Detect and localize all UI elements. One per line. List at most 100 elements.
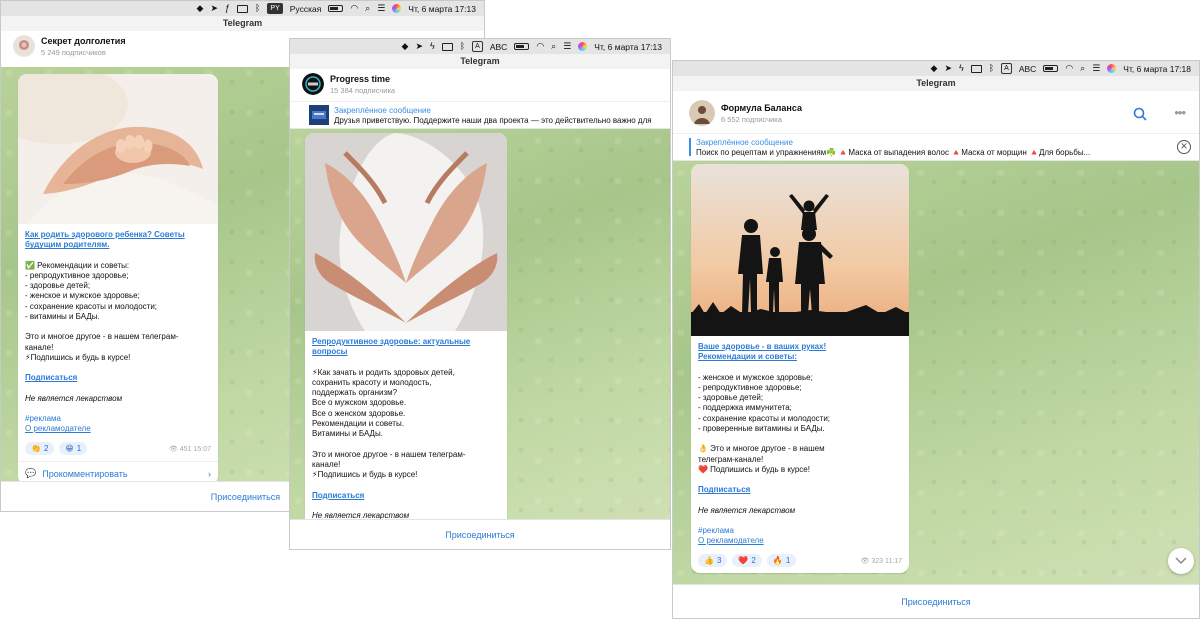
input-source-badge[interactable]: PY: [267, 3, 283, 14]
clock[interactable]: Чт, 6 марта 17:18: [1123, 64, 1191, 74]
input-language-label[interactable]: Русская: [290, 4, 322, 14]
battery-icon[interactable]: [328, 5, 344, 12]
reaction-count: 3: [716, 556, 722, 566]
pinned-message[interactable]: Закреплённое сообщение Поиск по рецептам…: [673, 133, 1199, 161]
dropbox-icon[interactable]: ◆: [931, 64, 938, 73]
hashtag-link[interactable]: #реклама: [25, 414, 211, 424]
post-image-heart-hands[interactable]: [305, 133, 507, 331]
chevron-right-icon: ›: [208, 468, 211, 479]
display-icon[interactable]: [441, 42, 453, 51]
chevron-down-icon: [1175, 557, 1187, 565]
clock[interactable]: Чт, 6 марта 17:13: [408, 4, 476, 14]
reactions-row: 👏 2 😁 1 👁 451 15:07: [18, 440, 218, 461]
channel-name: Секрет долголетия: [41, 35, 126, 46]
reaction-grin[interactable]: 😁 1: [59, 442, 88, 456]
telegram-tray-icon[interactable]: ➤: [415, 42, 423, 51]
chat-area[interactable]: Ваше здоровье - в ваших руках! Рекоменда…: [673, 161, 1199, 584]
reaction-fire[interactable]: 🔥 1: [766, 554, 797, 568]
post-text: Как родить здорового ребенка? Советы буд…: [18, 224, 218, 440]
scroll-down-button[interactable]: [1168, 548, 1194, 574]
channel-name: Progress time: [330, 73, 391, 84]
chat-header[interactable]: Progress time 15 384 подписчика: [290, 69, 670, 99]
wifi-icon[interactable]: ◠: [1065, 64, 1073, 73]
channel-subscribers: 15 384 подписчика: [330, 85, 396, 95]
advertiser-link[interactable]: О рекламодателе: [698, 536, 902, 546]
input-language-label[interactable]: ABC: [1019, 64, 1036, 74]
post-title-line[interactable]: Репродуктивное здоровье: актуальные: [312, 337, 500, 347]
channel-name: Формула Баланса: [721, 102, 802, 113]
reaction-thumbs-up[interactable]: 👍 3: [698, 554, 728, 568]
input-source-badge[interactable]: A: [472, 41, 483, 52]
wifi-icon[interactable]: ◠: [350, 4, 358, 13]
channel-avatar[interactable]: [13, 35, 35, 57]
post-line: Все о мужском здоровье.: [312, 398, 407, 408]
display-icon[interactable]: [237, 4, 248, 13]
channel-post[interactable]: Репродуктивное здоровье: актуальные вопр…: [305, 133, 507, 529]
menu-bar: ◆ ➤ ϟ ᛒ A ABC ◠ ⌕ ☰ Чт, 6 марта 17:13: [290, 39, 670, 54]
post-title-line[interactable]: Рекомендации и советы:: [698, 352, 902, 362]
dropbox-icon[interactable]: ◆: [402, 42, 409, 51]
post-title-link[interactable]: Ваше здоровье - в ваших руках! Рекоменда…: [698, 342, 902, 363]
control-center-icon[interactable]: ☰: [563, 42, 571, 51]
control-center-icon[interactable]: ☰: [1092, 64, 1100, 73]
search-icon[interactable]: ⌕: [551, 42, 556, 51]
channel-post[interactable]: Как родить здорового ребенка? Советы буд…: [18, 74, 218, 486]
wifi-icon[interactable]: ◠: [536, 42, 544, 51]
pinned-message[interactable]: Закреплённое сообщение Друзья приветству…: [290, 101, 670, 129]
bluetooth-icon[interactable]: ᛒ: [460, 42, 465, 51]
join-button[interactable]: Присоединиться: [673, 584, 1199, 618]
post-title-link[interactable]: Как родить здорового ребенка? Советы буд…: [25, 230, 211, 251]
channel-avatar[interactable]: [689, 100, 715, 126]
siri-icon[interactable]: [578, 42, 588, 51]
input-language-label[interactable]: ABC: [490, 42, 507, 52]
telegram-window-3: ◆ ➤ ϟ ᛒ A ABC ◠ ⌕ ☰ Чт, 6 марта 17:18 Te…: [672, 60, 1200, 619]
post-title-line[interactable]: Ваше здоровье - в ваших руках!: [698, 342, 902, 352]
subscribe-link[interactable]: Подписаться: [698, 485, 902, 495]
telegram-tray-icon[interactable]: ➤: [944, 64, 952, 73]
clock[interactable]: Чт, 6 марта 17:13: [594, 42, 662, 52]
chat-area[interactable]: Репродуктивное здоровье: актуальные вопр…: [290, 129, 670, 529]
more-options-icon[interactable]: •••: [1174, 105, 1186, 120]
channel-post[interactable]: Ваше здоровье - в ваших руках! Рекоменда…: [691, 164, 909, 574]
flash-icon[interactable]: ϟ: [959, 64, 964, 73]
search-icon[interactable]: ⌕: [1080, 64, 1085, 73]
advertiser-link[interactable]: О рекламодателе: [25, 424, 211, 434]
channel-avatar[interactable]: [302, 73, 324, 95]
post-text: Ваше здоровье - в ваших руках! Рекоменда…: [691, 336, 909, 552]
battery-icon[interactable]: [1043, 65, 1059, 72]
eye-icon: 👁: [169, 445, 178, 453]
post-image-hands-baby[interactable]: [18, 74, 218, 224]
siri-icon[interactable]: [392, 4, 402, 13]
post-text: Репродуктивное здоровье: актуальные вопр…: [305, 331, 507, 527]
post-title-line[interactable]: вопросы: [312, 347, 500, 357]
post-line: канале!: [25, 342, 54, 352]
telegram-tray-icon[interactable]: ➤: [210, 4, 218, 13]
search-icon[interactable]: ⌕: [365, 4, 370, 13]
flash-icon[interactable]: ϟ: [430, 42, 435, 51]
post-image-family-silhouette[interactable]: [691, 164, 909, 336]
post-line: ❤️ Подпишись и будь в курсе!: [698, 464, 810, 474]
dropbox-icon[interactable]: ◆: [197, 4, 204, 13]
post-title-line[interactable]: будущим родителям.: [25, 240, 211, 250]
subscribe-link[interactable]: Подписаться: [25, 373, 211, 383]
reaction-clap[interactable]: 👏 2: [25, 442, 55, 456]
join-button[interactable]: Присоединиться: [290, 519, 670, 549]
chat-header[interactable]: Формула Баланса 6 552 подписчика: [673, 94, 1199, 132]
facebook-icon[interactable]: ƒ: [225, 4, 230, 13]
pinned-text: Друзья приветствую. Поддержите наши два …: [334, 115, 652, 125]
hashtag-link[interactable]: #реклама: [698, 526, 902, 536]
post-title-line[interactable]: Как родить здорового ребенка? Советы: [25, 230, 211, 240]
close-pinned-icon[interactable]: ✕: [1177, 140, 1191, 154]
app-title: Telegram: [1, 16, 484, 31]
control-center-icon[interactable]: ☰: [377, 4, 385, 13]
post-title-link[interactable]: Репродуктивное здоровье: актуальные вопр…: [312, 337, 500, 358]
battery-icon[interactable]: [514, 43, 530, 50]
search-icon[interactable]: [1133, 107, 1147, 121]
siri-icon[interactable]: [1107, 64, 1117, 73]
subscribe-link[interactable]: Подписаться: [312, 491, 500, 501]
bluetooth-icon[interactable]: ᛒ: [255, 4, 260, 13]
input-source-badge[interactable]: A: [1001, 63, 1012, 74]
bluetooth-icon[interactable]: ᛒ: [989, 64, 994, 73]
display-icon[interactable]: [970, 64, 982, 73]
reaction-heart[interactable]: ❤️ 2: [732, 554, 762, 568]
